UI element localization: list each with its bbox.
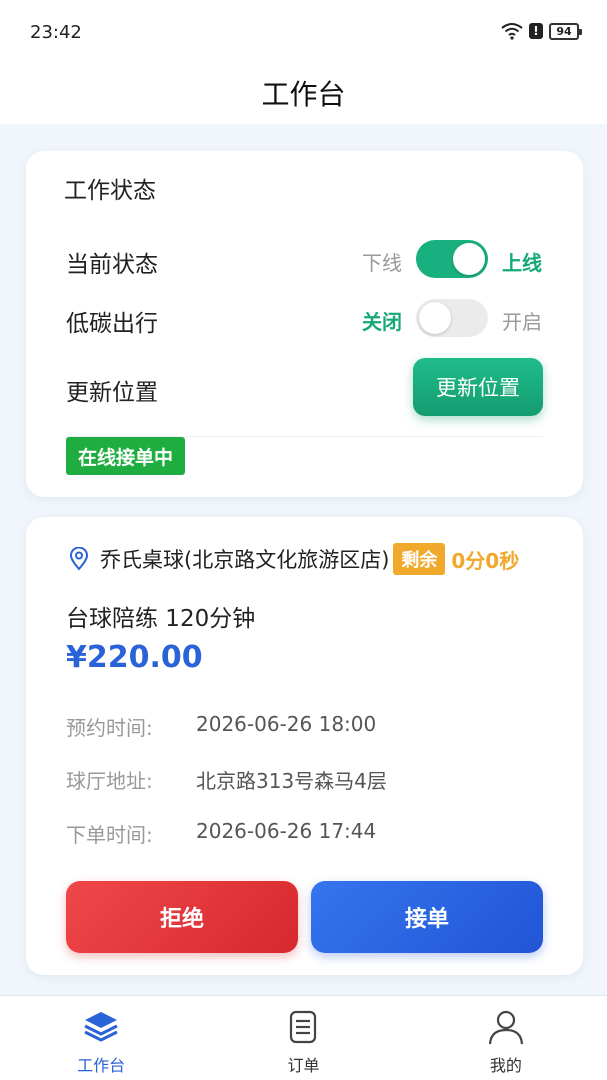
page-title: 工作台 — [261, 78, 346, 111]
status-bar: 23:42 ! 94 — [0, 0, 607, 62]
wifi-icon — [501, 23, 523, 40]
carbon-off-label: 关闭 — [362, 310, 402, 334]
toggle-knob — [419, 302, 451, 334]
layers-icon — [84, 1012, 118, 1042]
current-state-label: 当前状态 — [66, 252, 158, 278]
hall-address-label: 球厅地址: — [66, 769, 153, 793]
work-status-title: 工作状态 — [64, 178, 156, 204]
state-off-label: 下线 — [362, 251, 402, 275]
battery-level: 94 — [556, 24, 572, 38]
bottom-tab-bar: 工作台 订单 我的 — [0, 995, 607, 1080]
location-pin-icon — [69, 547, 89, 571]
accept-button[interactable]: 接单 — [311, 881, 543, 953]
tab-label: 订单 — [287, 1056, 320, 1075]
shop-name: 乔氏桌球(北京路文化旅游区店) — [100, 548, 390, 572]
carbon-on-label: 开启 — [502, 310, 542, 334]
order-card: 乔氏桌球(北京路文化旅游区店) 剩余 0分0秒 台球陪练 120分钟 ¥220.… — [26, 517, 583, 975]
work-status-card: 工作状态 当前状态 下线 上线 低碳出行 关闭 开启 更新位置 更新位置 在线接… — [26, 151, 583, 497]
tab-mine[interactable]: 我的 — [405, 996, 607, 1080]
shop-row: 乔氏桌球(北京路文化旅游区店) 剩余 0分0秒 — [68, 543, 519, 575]
order-time-value: 2026-06-26 17:44 — [196, 819, 377, 843]
toggle-knob — [453, 243, 485, 275]
tab-workbench[interactable]: 工作台 — [0, 996, 202, 1080]
order-price: ¥220.00 — [66, 640, 203, 675]
low-carbon-label: 低碳出行 — [66, 311, 158, 337]
appointment-time-label: 预约时间: — [66, 716, 153, 740]
update-location-label: 更新位置 — [66, 380, 158, 406]
status-time: 23:42 — [30, 22, 82, 43]
order-time-label: 下单时间: — [66, 823, 153, 847]
status-icons: ! 94 — [501, 22, 582, 40]
alert-icon: ! — [529, 23, 543, 39]
online-status-badge: 在线接单中 — [66, 437, 186, 475]
update-location-button[interactable]: 更新位置 — [413, 358, 543, 416]
reject-button[interactable]: 拒绝 — [66, 881, 298, 953]
remaining-time: 0分0秒 — [451, 548, 520, 573]
service-name: 台球陪练 120分钟 — [66, 606, 256, 632]
document-icon — [290, 1010, 317, 1044]
online-toggle[interactable] — [416, 240, 488, 278]
page-header: 工作台 — [0, 62, 607, 124]
tab-label: 工作台 — [77, 1056, 126, 1075]
appointment-time-value: 2026-06-26 18:00 — [196, 712, 377, 736]
hall-address-value: 北京路313号森马4层 — [196, 769, 387, 793]
remaining-badge: 剩余 — [393, 543, 446, 575]
user-icon — [488, 1010, 523, 1045]
battery-icon: 94 — [549, 22, 582, 40]
tab-orders[interactable]: 订单 — [202, 996, 404, 1080]
low-carbon-toggle[interactable] — [416, 299, 488, 337]
tab-label: 我的 — [489, 1056, 522, 1075]
state-on-label: 上线 — [502, 251, 542, 275]
